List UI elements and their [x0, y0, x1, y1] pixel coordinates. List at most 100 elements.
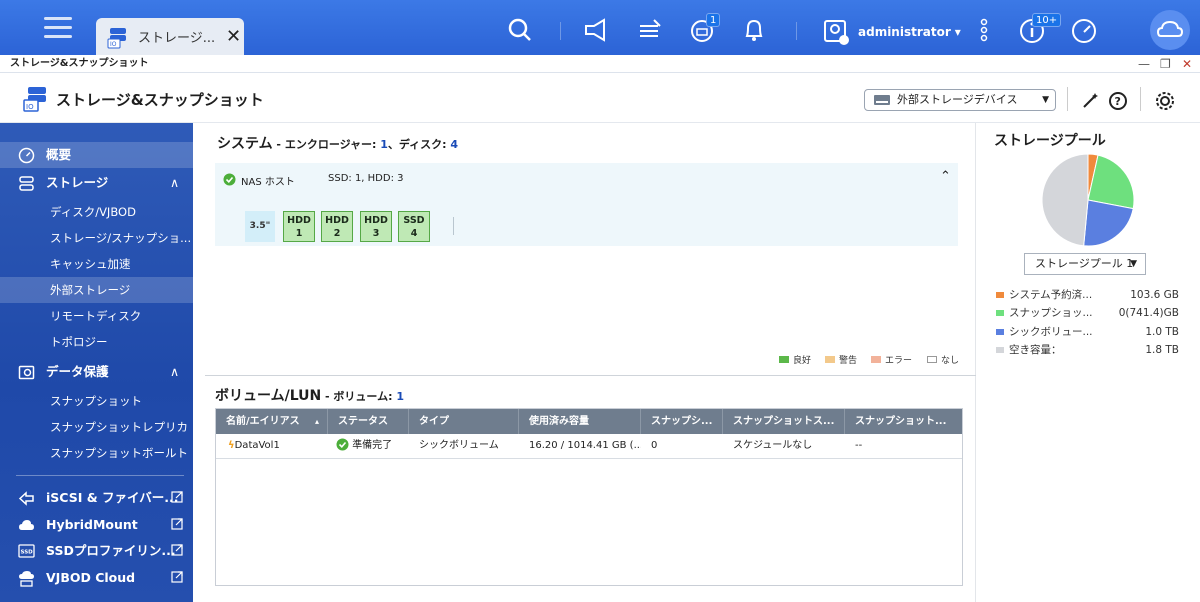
data-protection-icon: [18, 365, 35, 380]
sidebar-item-storage[interactable]: ストレージ ∧: [0, 170, 193, 196]
sidebar-item-snapshot-replica[interactable]: スナップショットレプリカ: [0, 414, 193, 440]
bay-number: 3: [372, 228, 380, 239]
enclosure-label: - エンクロージャー:: [272, 138, 381, 151]
chevron-up-icon[interactable]: ⌃: [940, 169, 951, 184]
sidebar-item-disks[interactable]: ディスク/VJBOD: [0, 199, 193, 225]
volume-schedule-cell: スケジュールなし: [733, 440, 813, 451]
app-header: IO ストレージ&スナップショット 外部ストレージデバイス ▼ ?: [0, 73, 1200, 123]
column-header-snapshots[interactable]: スナップシ...: [641, 409, 723, 434]
help-icon[interactable]: ?: [1108, 91, 1128, 111]
legend-error: エラー: [871, 353, 912, 366]
external-link-icon[interactable]: [171, 491, 183, 503]
legend-warning: 警告: [825, 353, 857, 366]
sidebar-item-label: 概要: [46, 147, 72, 162]
chevron-up-icon[interactable]: ∧: [170, 170, 179, 196]
slot-size-label: 3.5": [245, 211, 275, 242]
sidebar-item-snapshot-vault[interactable]: スナップショットボールト: [0, 440, 193, 466]
dashboard-icon: [18, 147, 35, 164]
storage-pool-pie-chart: [1041, 153, 1135, 247]
user-icon: [824, 20, 849, 45]
column-header-snapshot-schedule[interactable]: スナップショットス...: [723, 409, 845, 434]
sidebar-item-cache[interactable]: キャッシュ加速: [0, 251, 193, 277]
minimize-icon[interactable]: —: [1138, 55, 1150, 73]
disk-bay-3[interactable]: HDD 3: [360, 211, 392, 242]
disk-bay-2[interactable]: HDD 2: [321, 211, 353, 242]
sidebar-item-data-protection[interactable]: データ保護 ∧: [0, 359, 193, 385]
sidebar-item-snapshot[interactable]: スナップショット: [0, 388, 193, 414]
username: administrator: [858, 25, 951, 39]
app-tab[interactable]: IO ストレージ... ✕: [96, 18, 244, 55]
bay-type: SSD: [403, 215, 425, 226]
main-panel: システム - エンクロージャー: 1、ディスク: 4 NAS ホスト SSD: …: [193, 123, 976, 602]
storage-icon: [19, 176, 34, 191]
bell-icon[interactable]: [740, 16, 768, 44]
volume-count-label: - ボリューム:: [321, 390, 397, 403]
column-header-status[interactable]: ステータス: [328, 409, 409, 434]
pool-legend-snapshot: スナップショッ... 0(741.4)GB: [996, 305, 1179, 320]
maximize-icon[interactable]: ❐: [1160, 55, 1171, 73]
settings-gear-icon[interactable]: [1154, 90, 1176, 112]
external-link-icon[interactable]: [171, 544, 183, 556]
cloud-icon: [19, 520, 34, 530]
disk-bay-1[interactable]: HDD 1: [283, 211, 315, 242]
column-header-name[interactable]: 名前/エイリアス ▴: [216, 409, 328, 434]
magic-wand-icon[interactable]: [1080, 91, 1100, 111]
chevron-down-icon: ▼: [1130, 259, 1137, 269]
top-bar: IO ストレージ... ✕ 1 administrator ▾ 10+: [0, 0, 1200, 55]
update-badge: 1: [706, 13, 721, 27]
volume-status-cell: 準備完了: [328, 434, 409, 458]
megaphone-icon[interactable]: [582, 16, 610, 44]
table-row[interactable]: ϟDataVol1 準備完了 シックボリューム 16.20 / 1014.41 …: [216, 434, 962, 459]
external-link-icon[interactable]: [171, 518, 183, 530]
bay-number: 4: [410, 228, 418, 239]
storage-pool-select[interactable]: ストレージプール 1 ▼: [1024, 253, 1146, 275]
chevron-up-icon[interactable]: ∧: [170, 359, 179, 385]
pool-legend-thick-volume: シックボリュー... 1.0 TB: [996, 324, 1179, 339]
host-label: NAS ホスト: [241, 177, 295, 188]
svg-text:?: ?: [1115, 95, 1121, 108]
storage-pool-panel: ストレージプール ストレージプール 1 ▼ システム予約済... 103.6 GB…: [977, 123, 1200, 602]
user-menu[interactable]: administrator ▾: [822, 18, 961, 46]
close-tab-icon[interactable]: ✕: [226, 26, 241, 47]
menu-icon[interactable]: [44, 17, 72, 39]
more-vertical-icon[interactable]: [970, 16, 998, 44]
sidebar-item-external-storage[interactable]: 外部ストレージ: [0, 277, 193, 303]
volumes-section-title: ボリューム/LUN - ボリューム: 1: [215, 385, 404, 405]
disk-label: 、ディスク:: [387, 138, 451, 151]
enclosure-count: 1: [380, 138, 388, 151]
legend-none: なし: [927, 353, 959, 366]
disk-bay-4[interactable]: SSD 4: [398, 211, 430, 242]
lightning-icon: ϟ: [228, 440, 235, 451]
external-device-select[interactable]: 外部ストレージデバイス ▼: [864, 89, 1056, 111]
svg-text:IO: IO: [110, 41, 117, 48]
close-window-icon[interactable]: ✕: [1182, 55, 1192, 73]
search-icon[interactable]: [506, 16, 534, 44]
dashboard-gauge-icon[interactable]: [1070, 16, 1098, 44]
column-header-used[interactable]: 使用済み容量: [519, 409, 641, 434]
system-section-title: システム - エンクロージャー: 1、ディスク: 4: [217, 133, 458, 153]
sidebar-item-label: SSDプロファイリン...: [46, 543, 176, 558]
sidebar-item-iscsi[interactable]: iSCSI & ファイバー...: [0, 485, 193, 511]
sidebar-item-remote-disk[interactable]: リモートディスク: [0, 303, 193, 329]
external-device-label: 外部ストレージデバイス: [897, 93, 1018, 106]
column-header-type[interactable]: タイプ: [409, 409, 519, 434]
storage-pool-select-label: ストレージプール 1: [1035, 257, 1134, 270]
sort-asc-icon[interactable]: ▴: [315, 409, 319, 434]
storage-app-icon: IO: [23, 87, 46, 112]
tasks-icon[interactable]: [636, 16, 664, 44]
sidebar-item-ssd-profiling[interactable]: SSD SSDプロファイリン...: [0, 538, 193, 564]
sidebar-item-overview[interactable]: 概要: [0, 142, 193, 168]
storage-app-icon: IO: [107, 27, 126, 48]
volumes-title: ボリューム/LUN: [215, 388, 322, 404]
column-header-last-snapshot[interactable]: スナップショット...: [845, 409, 962, 434]
sidebar-item-storage-snapshots[interactable]: ストレージ/スナップショ...: [0, 225, 193, 251]
sidebar-item-hybridmount[interactable]: HybridMount: [0, 512, 193, 538]
external-link-icon[interactable]: [171, 571, 183, 583]
sidebar-item-vjbod-cloud[interactable]: VJBOD Cloud: [0, 565, 193, 591]
external-drive-icon: [874, 95, 890, 105]
disk-count: 4: [450, 138, 459, 151]
sidebar-item-topology[interactable]: トポロジー: [0, 329, 193, 355]
cloud-button[interactable]: [1150, 10, 1190, 50]
legend-good: 良好: [779, 353, 811, 366]
sidebar-item-label: VJBOD Cloud: [46, 570, 136, 585]
